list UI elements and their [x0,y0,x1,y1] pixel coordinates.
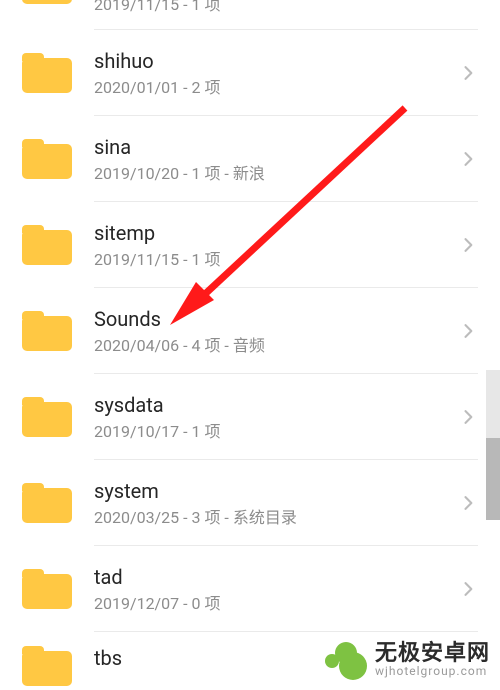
folder-icon [22,311,72,351]
folder-icon [22,483,72,523]
folder-subtitle: 2020/01/01 - 2 项 [94,78,448,98]
folder-icon [22,397,72,437]
folder-meta: sitemp 2019/11/15 - 1 项 [94,221,448,270]
folder-row[interactable]: sysdata 2019/10/17 - 1 项 [0,374,500,460]
folder-row[interactable]: system 2020/03/25 - 3 项 - 系统目录 [0,460,500,546]
folder-name: shihuo [94,49,448,73]
folder-subtitle: 2019/10/17 - 1 项 [94,422,448,442]
folder-row[interactable]: tad 2019/12/07 - 0 项 [0,546,500,632]
folder-icon [22,0,72,4]
folder-row[interactable]: sitemp 2019/11/15 - 1 项 [0,202,500,288]
chevron-right-icon [458,493,478,513]
watermark-url: wjhotelgroup.com [375,665,490,678]
folder-icon [22,139,72,179]
scrollbar-thumb[interactable] [486,438,500,520]
chevron-right-icon [458,149,478,169]
folder-icon [22,646,72,686]
folder-row[interactable]: Sounds 2020/04/06 - 4 项 - 音频 [0,288,500,374]
folder-subtitle: 2019/12/07 - 0 项 [94,594,448,614]
chevron-right-icon [458,63,478,83]
folder-meta: Sounds 2020/04/06 - 4 项 - 音频 [94,307,448,356]
folder-icon [22,569,72,609]
folder-list: 2019/11/15 - 1 项 shihuo 2020/01/01 - 2 项 si… [0,0,500,688]
chevron-right-icon [458,235,478,255]
chevron-right-icon [458,321,478,341]
folder-subtitle: 2020/04/06 - 4 项 - 音频 [94,336,448,356]
folder-meta: sina 2019/10/20 - 1 项 - 新浪 [94,135,448,184]
folder-name: sina [94,135,448,159]
folder-row[interactable]: sina 2019/10/20 - 1 项 - 新浪 [0,116,500,202]
folder-meta: tad 2019/12/07 - 0 项 [94,565,448,614]
folder-icon [22,225,72,265]
watermark-title: 无极安卓网 [375,642,490,665]
folder-meta: shihuo 2020/01/01 - 2 项 [94,49,448,98]
folder-icon [22,53,72,93]
folder-name: system [94,479,448,503]
folder-name: Sounds [94,307,448,331]
folder-name: tad [94,565,448,589]
folder-subtitle: 2019/11/15 - 1 项 [94,250,448,270]
folder-row[interactable]: shihuo 2020/01/01 - 2 项 [0,30,500,116]
folder-name: sysdata [94,393,448,417]
chevron-right-icon [458,407,478,427]
folder-row[interactable]: 2019/11/15 - 1 项 [0,0,500,30]
folder-meta: 2019/11/15 - 1 项 [94,0,478,15]
folder-name: sitemp [94,221,448,245]
folder-subtitle: 2019/11/15 - 1 项 [94,0,478,15]
folder-subtitle: 2020/03/25 - 3 项 - 系统目录 [94,508,448,528]
folder-meta: system 2020/03/25 - 3 项 - 系统目录 [94,479,448,528]
folder-meta: sysdata 2019/10/17 - 1 项 [94,393,448,442]
chevron-right-icon [458,579,478,599]
watermark: 无极安卓网 wjhotelgroup.com [323,638,490,682]
folder-subtitle: 2019/10/20 - 1 项 - 新浪 [94,164,448,184]
watermark-logo [323,638,367,682]
